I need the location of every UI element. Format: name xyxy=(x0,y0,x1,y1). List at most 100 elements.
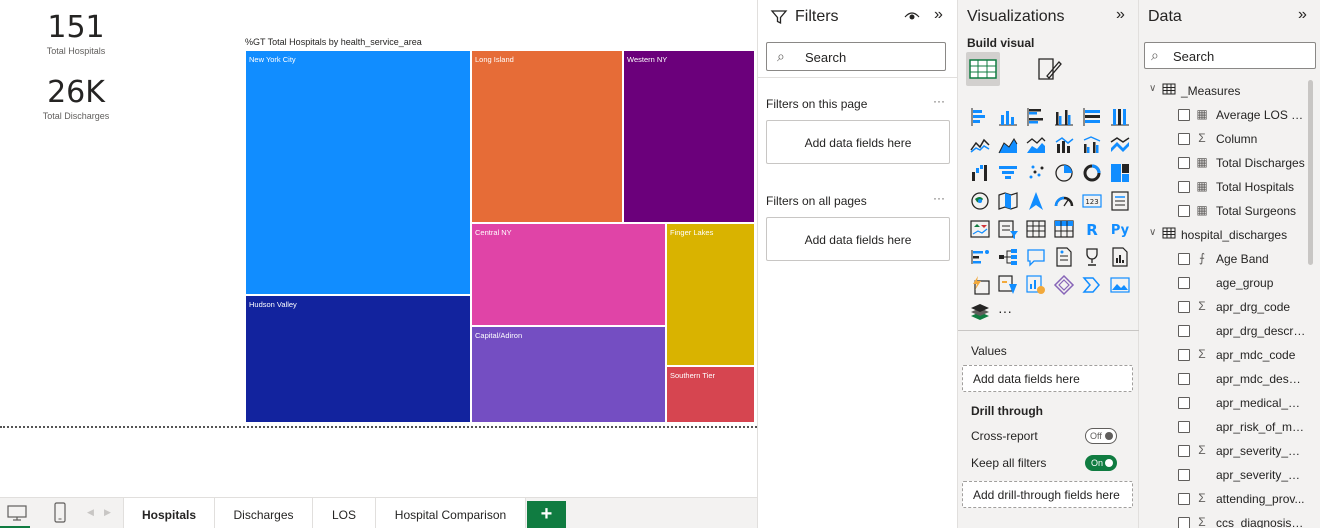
total-discharges-card[interactable]: 26K Total Discharges xyxy=(36,76,116,122)
eye-icon[interactable] xyxy=(904,9,920,28)
table-node[interactable]: ∨ _Measures xyxy=(1139,79,1309,103)
collapse-filters-icon[interactable]: » xyxy=(934,6,943,24)
treemap-icon[interactable] xyxy=(1109,162,1131,184)
image-visual-icon[interactable] xyxy=(1109,274,1131,296)
area-chart-icon[interactable] xyxy=(997,134,1019,156)
chevron-down-icon[interactable]: ∨ xyxy=(1149,227,1156,238)
100-stacked-bar-icon[interactable] xyxy=(1081,106,1103,128)
field-item[interactable]: Σapr_mdc_code xyxy=(1139,343,1309,367)
treemap-tile[interactable]: Hudson Valley xyxy=(245,295,471,423)
map-icon[interactable] xyxy=(969,190,991,212)
field-checkbox[interactable] xyxy=(1178,109,1190,121)
report-canvas[interactable]: 151 Total Hospitals 26K Total Discharges… xyxy=(0,0,757,497)
field-checkbox[interactable] xyxy=(1178,157,1190,169)
data-search-input[interactable]: ⌕ Search xyxy=(1144,42,1316,69)
donut-chart-icon[interactable] xyxy=(1081,162,1103,184)
field-checkbox[interactable] xyxy=(1178,277,1190,289)
field-checkbox[interactable] xyxy=(1178,397,1190,409)
stacked-column-chart-icon[interactable] xyxy=(997,106,1019,128)
field-checkbox[interactable] xyxy=(1178,469,1190,481)
field-checkbox[interactable] xyxy=(1178,373,1190,385)
treemap-tile[interactable]: Capital/Adiron xyxy=(471,326,666,423)
collapse-viz-icon[interactable]: » xyxy=(1116,6,1125,24)
field-item[interactable]: Σ Column xyxy=(1139,127,1309,151)
build-visual-tab[interactable] xyxy=(966,52,1000,86)
matrix-icon[interactable] xyxy=(1053,218,1075,240)
field-checkbox[interactable] xyxy=(1178,517,1190,528)
field-item[interactable]: age_group xyxy=(1139,271,1309,295)
more-visuals-icon[interactable]: ··· xyxy=(998,303,1012,319)
treemap-tile[interactable]: Western NY xyxy=(623,50,755,223)
field-checkbox[interactable] xyxy=(1178,181,1190,193)
line-chart-icon[interactable] xyxy=(969,134,991,156)
scatter-chart-icon[interactable] xyxy=(1025,162,1047,184)
treemap-visual[interactable]: New York City Hudson Valley Long Island … xyxy=(245,50,755,423)
line-and-column-chart-icon[interactable] xyxy=(1053,134,1075,156)
waterfall-chart-icon[interactable] xyxy=(969,162,991,184)
field-item[interactable]: apr_drg_descri... xyxy=(1139,319,1309,343)
field-checkbox[interactable] xyxy=(1178,133,1190,145)
page-filters-dropzone[interactable]: Add data fields here xyxy=(766,120,950,164)
keep-all-filters-toggle[interactable]: On xyxy=(1085,455,1117,471)
field-item[interactable]: Σapr_severity_of... xyxy=(1139,439,1309,463)
qa-visual-icon[interactable] xyxy=(1025,246,1047,268)
field-item[interactable]: ▦ Average LOS D... xyxy=(1139,103,1309,127)
gauge-icon[interactable] xyxy=(1053,190,1075,212)
data-pane-scrollbar[interactable] xyxy=(1308,80,1313,265)
field-checkbox[interactable] xyxy=(1178,301,1190,313)
filled-map-icon[interactable] xyxy=(997,190,1019,212)
filters-search-input[interactable]: ⌕ Search xyxy=(766,42,946,71)
values-dropzone[interactable]: Add data fields here xyxy=(962,365,1133,392)
desktop-view-icon[interactable] xyxy=(7,504,27,525)
card-visual-icon[interactable]: 123 xyxy=(1081,190,1103,212)
field-item[interactable]: apr_severity_of... xyxy=(1139,463,1309,487)
tab-los[interactable]: LOS xyxy=(312,498,375,528)
all-pages-filters-dropzone[interactable]: Add data fields here xyxy=(766,217,950,261)
tab-discharges[interactable]: Discharges xyxy=(214,498,312,528)
field-item[interactable]: apr_medical_su... xyxy=(1139,391,1309,415)
field-item[interactable]: apr_risk_of_mo... xyxy=(1139,415,1309,439)
format-visual-tab[interactable] xyxy=(1031,52,1065,86)
add-page-button[interactable]: + xyxy=(527,501,566,528)
treemap-tile[interactable]: Southern Tier xyxy=(666,366,755,423)
smart-narrative-icon[interactable] xyxy=(1053,246,1075,268)
field-checkbox[interactable] xyxy=(1178,445,1190,457)
kpi-icon[interactable] xyxy=(969,218,991,240)
ribbon-chart-icon[interactable] xyxy=(1109,134,1131,156)
decomposition-tree-icon[interactable] xyxy=(997,246,1019,268)
field-item[interactable]: ▦ Total Discharges xyxy=(1139,151,1309,175)
treemap-tile[interactable]: Finger Lakes xyxy=(666,223,755,366)
prev-page-icon[interactable]: ◀ xyxy=(87,507,94,518)
table-node[interactable]: ∨ hospital_discharges xyxy=(1139,223,1309,247)
r-visual-icon[interactable]: R xyxy=(1081,218,1103,240)
goals-icon[interactable] xyxy=(1081,246,1103,268)
tab-hospitals[interactable]: Hospitals xyxy=(123,498,214,528)
azure-map-icon[interactable] xyxy=(1025,190,1047,212)
clustered-bar-chart-icon[interactable] xyxy=(1025,106,1047,128)
tab-hospital-comparison[interactable]: Hospital Comparison xyxy=(375,498,526,528)
treemap-tile[interactable]: Central NY xyxy=(471,223,666,326)
mobile-view-icon[interactable] xyxy=(53,502,67,527)
field-item[interactable]: ▦ Total Hospitals xyxy=(1139,175,1309,199)
field-item[interactable]: ⨍ Age Band xyxy=(1139,247,1309,271)
chevron-visual-icon[interactable] xyxy=(1081,274,1103,296)
power-automate-icon[interactable] xyxy=(997,274,1019,296)
pie-chart-icon[interactable] xyxy=(1053,162,1075,184)
line-and-clustered-column-icon[interactable] xyxy=(1081,134,1103,156)
power-apps-icon[interactable] xyxy=(969,274,991,296)
field-checkbox[interactable] xyxy=(1178,253,1190,265)
next-page-icon[interactable]: ▶ xyxy=(104,507,111,518)
field-checkbox[interactable] xyxy=(1178,421,1190,433)
field-item[interactable]: ▦ Total Surgeons xyxy=(1139,199,1309,223)
slicer-icon[interactable] xyxy=(997,218,1019,240)
total-hospitals-card[interactable]: 151 Total Hospitals xyxy=(36,11,116,57)
treemap-tile[interactable]: New York City xyxy=(245,50,471,295)
treemap-tile[interactable]: Long Island xyxy=(471,50,623,223)
funnel-chart-icon[interactable] xyxy=(997,162,1019,184)
python-visual-icon[interactable]: Py xyxy=(1109,218,1131,240)
field-checkbox[interactable] xyxy=(1178,349,1190,361)
field-item[interactable]: Σapr_drg_code xyxy=(1139,295,1309,319)
stacked-bar-chart-icon[interactable] xyxy=(969,106,991,128)
cross-report-toggle[interactable]: Off xyxy=(1085,428,1117,444)
paginated-report-icon[interactable] xyxy=(1109,246,1131,268)
